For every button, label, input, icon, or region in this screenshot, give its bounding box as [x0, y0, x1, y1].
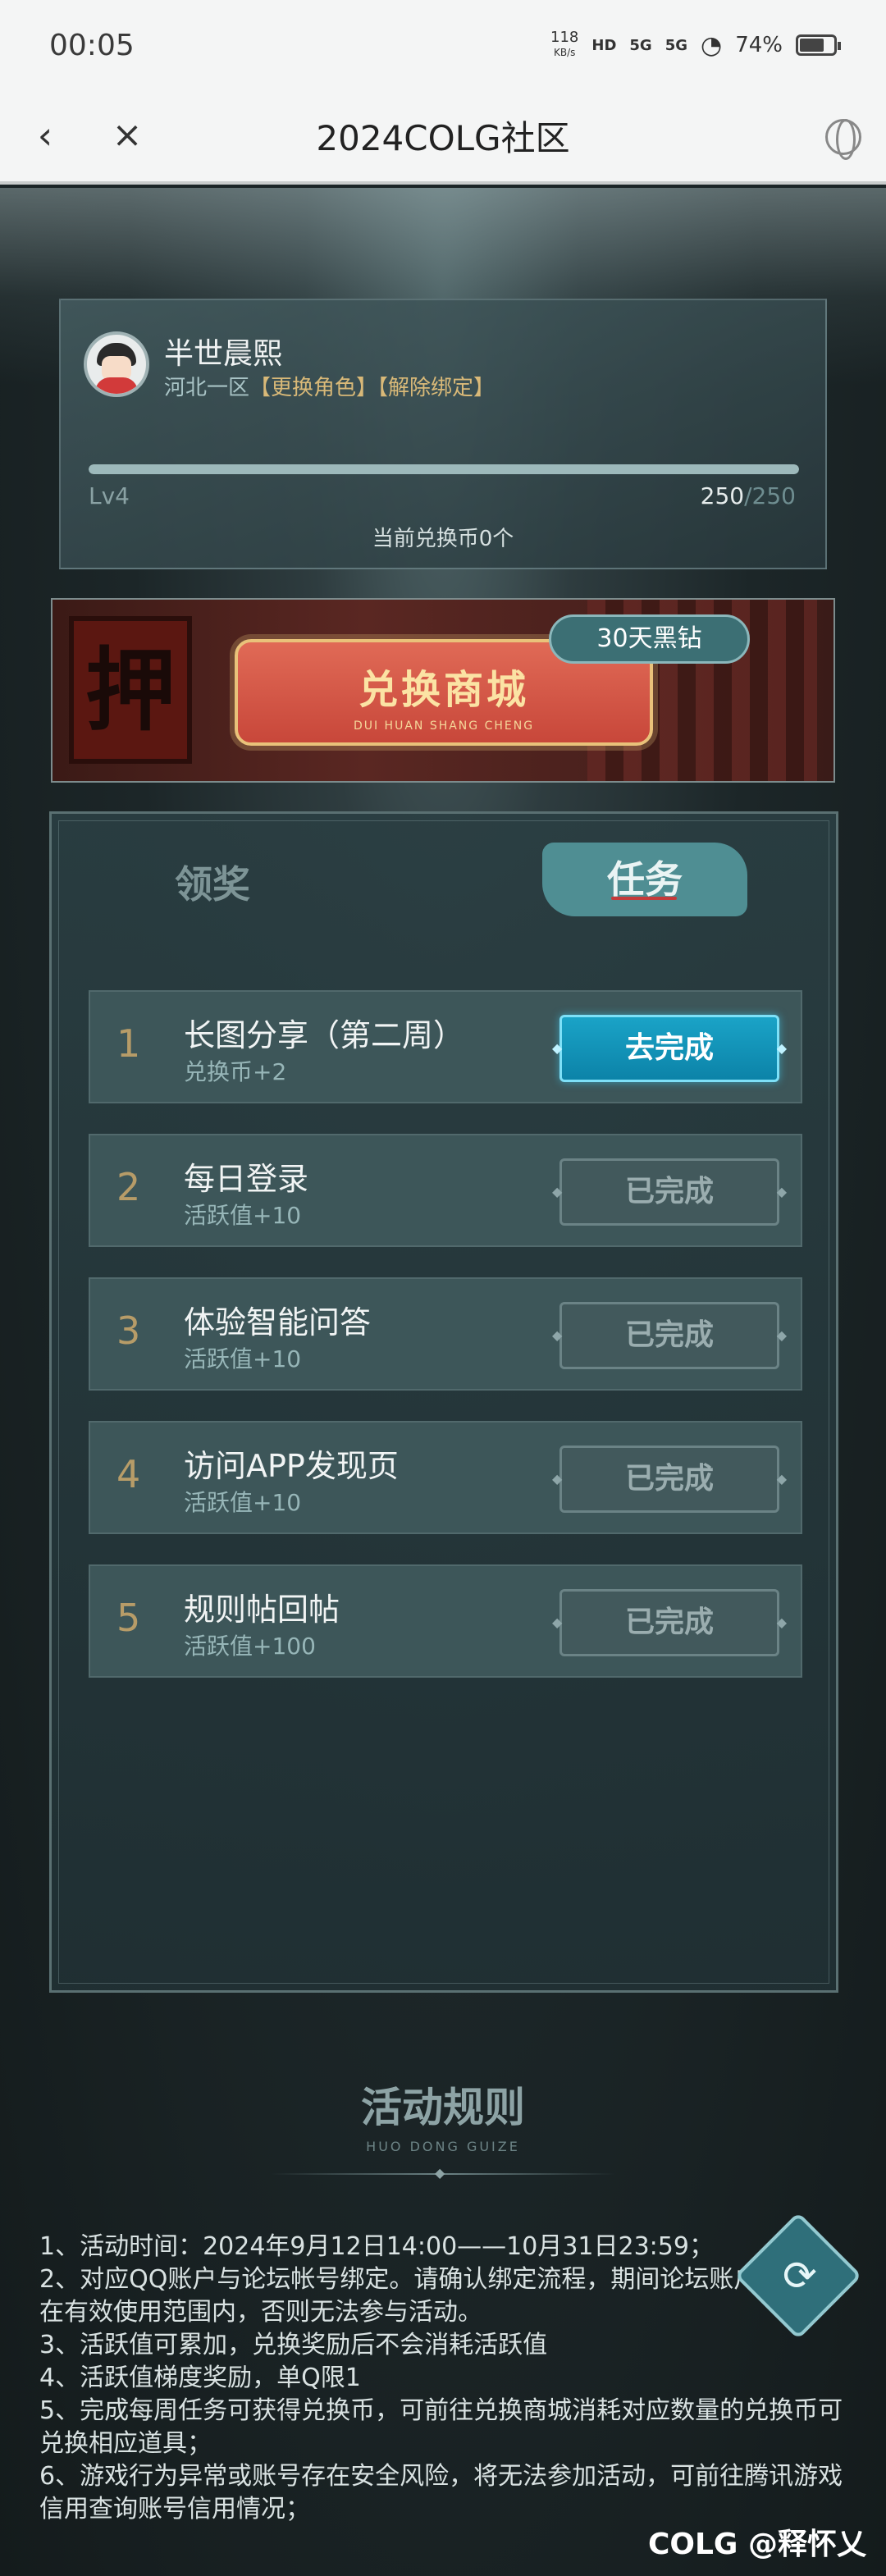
task-number: 5 — [116, 1596, 141, 1640]
task-reward: 活跃值+100 — [184, 1633, 316, 1660]
go-complete-button[interactable]: 去完成 — [552, 1015, 787, 1082]
clock: 00:05 — [49, 28, 135, 62]
page-title: 2024COLG社区 — [316, 118, 570, 158]
battery-icon — [796, 34, 841, 56]
rule-item: 6、游戏行为异常或账号存在安全风险，将无法参加活动，可前往腾讯游戏信用查询账号信… — [39, 2462, 843, 2523]
task-name: 规则帖回帖 — [184, 1592, 340, 1628]
activity-page: 半世晨熙 河北一区【更换角色】【解除绑定】 Lv4 250/250 当前兑换币0… — [0, 188, 886, 2576]
network-speed-unit: KB/s — [553, 47, 576, 58]
exchange-shop-banner[interactable]: 押 兑换商城 DUI HUAN SHANG CHENG 30天黑钻 — [51, 598, 835, 783]
coins-balance: 当前兑换币0个 — [372, 527, 514, 551]
unbind-link[interactable]: 【解除绑定】 — [377, 376, 495, 400]
rules-text: 1、活动时间：2024年9月12日14:00——10月31日23:59； 2、对… — [39, 2231, 852, 2526]
task-reward: 活跃值+10 — [184, 1345, 302, 1372]
refresh-icon[interactable]: ⟳ — [778, 2254, 822, 2298]
task-name: 每日登录 — [184, 1161, 309, 1197]
battery-percent: 74% — [735, 33, 783, 57]
server-name: 河北一区 — [164, 376, 250, 400]
black-diamond-badge[interactable]: 30天黑钻 — [549, 614, 750, 664]
seal-decoration: 押 — [69, 616, 192, 764]
tab-reward[interactable]: 领奖 — [175, 855, 250, 909]
network-speed-value: 118 — [550, 29, 579, 46]
shop-subtitle: DUI HUAN SHANG CHENG — [353, 719, 535, 733]
wifi-icon: ◔ — [701, 30, 723, 60]
back-arrow-icon[interactable]: ‹ — [25, 115, 66, 156]
task-name: 体验智能问答 — [184, 1304, 372, 1341]
exp-max: /250 — [744, 482, 796, 509]
close-icon[interactable]: × — [107, 115, 148, 156]
profile-card: 半世晨熙 河北一区【更换角色】【解除绑定】 Lv4 250/250 当前兑换币0… — [59, 299, 827, 569]
exp-progress-fill — [89, 464, 799, 474]
rules-divider — [271, 2165, 615, 2181]
watermark: COLG @释怀乂 — [647, 2528, 866, 2561]
task-row: 1 长图分享（第二周） 兑换币+2 去完成 — [89, 990, 802, 1103]
task-number: 1 — [116, 1021, 141, 1066]
status-bar: 00:05 118 KB/s HD 5G 5G ◔ 74% — [0, 0, 886, 90]
hd-icon: HD — [591, 36, 617, 54]
player-name: 半世晨熙 — [164, 337, 283, 371]
tab-task[interactable]: 任务 — [542, 843, 747, 916]
task-panel: 领奖 任务 1 长图分享（第二周） 兑换币+2 去完成 2 每日登录 活跃值+1… — [49, 811, 838, 1993]
rule-item: 2、对应QQ账户与论坛帐号绑定。请确认绑定流程，期间论坛账户在有效使用范围内，否… — [39, 2265, 759, 2327]
rules-subtitle: HUO DONG GUIZE — [366, 2139, 520, 2154]
change-role-link[interactable]: 【更换角色】 — [249, 376, 377, 400]
tab-task-label: 任务 — [607, 857, 683, 902]
task-number: 4 — [116, 1452, 141, 1496]
task-row: 4 访问APP发现页 活跃值+10 已完成 — [89, 1421, 802, 1534]
task-number: 3 — [116, 1309, 141, 1353]
globe-icon[interactable] — [825, 119, 861, 160]
task-reward: 活跃值+10 — [184, 1489, 302, 1516]
rule-item: 3、活跃值可累加，兑换奖励后不会消耗活跃值 — [39, 2331, 548, 2359]
status-icons: 118 KB/s HD 5G 5G ◔ 74% — [550, 30, 841, 60]
task-row: 2 每日登录 活跃值+10 已完成 — [89, 1134, 802, 1247]
task-reward: 活跃值+10 — [184, 1202, 302, 1229]
task-number: 2 — [116, 1165, 141, 1209]
signal-icon-2: 5G — [664, 36, 688, 54]
exp-current: 250 — [700, 482, 745, 509]
completed-button[interactable]: 已完成 — [552, 1589, 787, 1656]
rule-item: 5、完成每周任务可获得兑换币，可前往兑换商城消耗对应数量的兑换币可兑换相应道具； — [39, 2396, 843, 2458]
exp-value: 250/250 — [701, 482, 796, 509]
task-name: 长图分享（第二周） — [184, 1017, 465, 1053]
server-line: 河北一区【更换角色】【解除绑定】 — [164, 371, 495, 401]
rule-item: 4、活跃值梯度奖励，单Q限1 — [39, 2364, 361, 2392]
task-row: 3 体验智能问答 活跃值+10 已完成 — [89, 1277, 802, 1391]
tab-task-underline — [611, 897, 677, 900]
level-label: Lv4 — [89, 482, 130, 509]
rule-item: 1、活动时间：2024年9月12日14:00——10月31日23:59； — [39, 2232, 714, 2261]
nav-bar: ‹ × 2024COLG社区 — [0, 90, 886, 185]
exp-progress-bar — [89, 464, 799, 474]
shop-title: 兑换商城 — [358, 667, 529, 713]
rules-title: 活动规则 — [361, 2083, 525, 2131]
task-row: 5 规则帖回帖 活跃值+100 已完成 — [89, 1564, 802, 1678]
avatar[interactable] — [84, 331, 149, 397]
signal-icon-1: 5G — [629, 36, 652, 54]
task-name: 访问APP发现页 — [184, 1448, 399, 1484]
completed-button[interactable]: 已完成 — [552, 1302, 787, 1369]
battery-fill — [800, 39, 824, 52]
task-reward: 兑换币+2 — [184, 1058, 287, 1085]
network-speed: 118 KB/s — [550, 30, 578, 60]
completed-button[interactable]: 已完成 — [552, 1158, 787, 1226]
completed-button[interactable]: 已完成 — [552, 1446, 787, 1513]
